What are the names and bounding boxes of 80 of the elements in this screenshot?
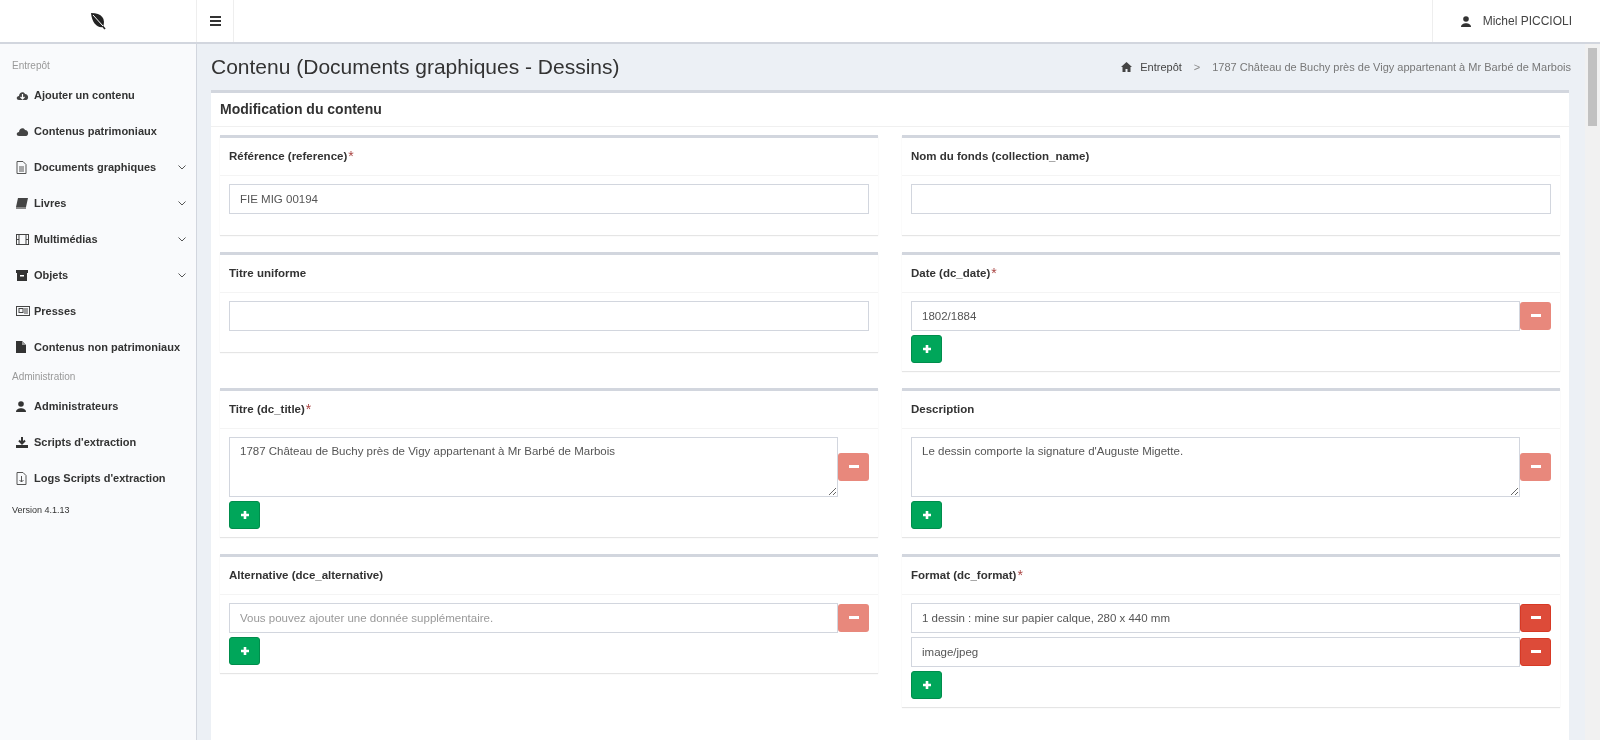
plus-icon xyxy=(921,344,932,354)
panel-title: Modification du contenu xyxy=(220,100,382,119)
plus-icon xyxy=(239,646,250,656)
field-label: Description xyxy=(911,401,975,417)
sidebar-item[interactable]: Administrateurs xyxy=(0,388,196,424)
required-asterisk: * xyxy=(1017,566,1023,585)
field-label: Date (dc_date) xyxy=(911,265,991,281)
add-button[interactable] xyxy=(911,501,942,529)
remove-button[interactable] xyxy=(1520,604,1551,632)
document-icon xyxy=(16,160,27,174)
sidebar-item[interactable]: Multimédias xyxy=(0,221,196,257)
required-asterisk: * xyxy=(991,264,997,283)
input-field[interactable]: 1 dessin : mine sur papier calque, 280 x 440 mm xyxy=(911,603,1520,633)
minus-icon xyxy=(1530,314,1541,318)
plus-icon xyxy=(239,510,250,520)
chevron-down-icon xyxy=(178,164,186,170)
minus-icon xyxy=(1530,465,1541,469)
film-icon xyxy=(16,233,29,245)
menu-icon xyxy=(209,16,221,26)
sidebar-item[interactable]: Contenus patrimoniaux xyxy=(0,113,196,149)
leaf-logo-icon xyxy=(88,11,108,31)
text-area[interactable]: 1787 Château de Buchy près de Vigy appartenant à Mr Barbé de Marbois xyxy=(229,437,838,497)
scrollbar[interactable] xyxy=(1585,44,1600,740)
cloud-icon xyxy=(16,126,29,136)
breadcrumb-separator: > xyxy=(1192,59,1202,75)
minus-icon xyxy=(1530,616,1541,620)
user-name: Michel PICCIOLI xyxy=(1482,13,1572,30)
field-label: Nom du fonds (collection_name) xyxy=(911,148,1090,164)
input-field[interactable] xyxy=(911,184,1551,214)
required-asterisk: * xyxy=(305,400,312,419)
file-download-icon xyxy=(16,471,27,485)
sidebar-item[interactable]: Presses xyxy=(0,293,196,329)
minus-icon xyxy=(848,616,859,620)
file-icon xyxy=(16,341,26,353)
newspaper-icon xyxy=(16,306,30,316)
book-icon xyxy=(16,197,28,209)
page-title: Contenu (Documents graphiques - Dessins) xyxy=(211,54,620,81)
text-area[interactable]: Le dessin comporte la signature d'Auguste Migette. xyxy=(911,437,1520,497)
field-label: Format (dc_format) xyxy=(911,567,1017,583)
input-field[interactable]: 1802/1884 xyxy=(911,301,1520,331)
cloud-upload-icon xyxy=(16,89,29,101)
sidebar-item[interactable]: Ajouter un contenu xyxy=(0,77,196,113)
plus-icon xyxy=(921,680,932,690)
user-icon xyxy=(1460,15,1471,27)
sidebar-item[interactable]: Scripts d'extraction xyxy=(0,424,196,460)
input-field[interactable]: image/jpeg xyxy=(911,637,1520,667)
sidebar-item[interactable]: Documents graphiques xyxy=(0,149,196,185)
sidebar-item[interactable]: Livres xyxy=(0,185,196,221)
minus-icon xyxy=(1530,650,1541,654)
field-label: Titre uniforme xyxy=(229,265,307,281)
home-icon xyxy=(1121,62,1133,72)
sidebar-heading: Administration xyxy=(11,370,77,384)
sidebar-item[interactable]: Objets xyxy=(0,257,196,293)
sidebar-item[interactable]: Logs Scripts d'extraction xyxy=(0,460,196,496)
input-field[interactable] xyxy=(229,301,869,331)
chevron-down-icon xyxy=(178,200,186,206)
user-menu[interactable]: Michel PICCIOLI xyxy=(1431,0,1600,42)
field-label: Référence (reference) xyxy=(229,148,348,164)
add-button[interactable] xyxy=(229,637,260,665)
plus-icon xyxy=(921,510,932,520)
sidebar-item[interactable]: Contenus non patrimoniaux xyxy=(0,329,196,365)
version-label: Version 4.1.13 xyxy=(11,504,71,517)
chevron-down-icon xyxy=(178,236,186,242)
add-button[interactable] xyxy=(229,501,260,529)
remove-button[interactable] xyxy=(1520,638,1551,666)
chevron-down-icon xyxy=(178,272,186,278)
required-asterisk: * xyxy=(348,147,354,166)
breadcrumb-link[interactable]: Entrepôt xyxy=(1140,58,1182,76)
sidebar-heading: Entrepôt xyxy=(11,59,51,73)
add-button[interactable] xyxy=(911,335,942,363)
user-icon xyxy=(16,400,26,412)
add-button[interactable] xyxy=(911,671,942,699)
field-label: Alternative (dce_alternative) xyxy=(229,567,384,583)
breadcrumb-current: 1787 Château de Buchy près de Vigy appartenant à Mr Barbé de Marbois xyxy=(1212,59,1571,75)
field-label: Titre (dc_title) xyxy=(229,401,305,417)
input-field[interactable]: Vous pouvez ajouter une donnée supplémentaire. xyxy=(229,603,838,633)
input-field[interactable]: FIE MIG 00194 xyxy=(229,184,869,214)
minus-icon xyxy=(848,465,859,469)
archive-box-icon xyxy=(16,269,28,281)
download-icon xyxy=(16,436,28,448)
